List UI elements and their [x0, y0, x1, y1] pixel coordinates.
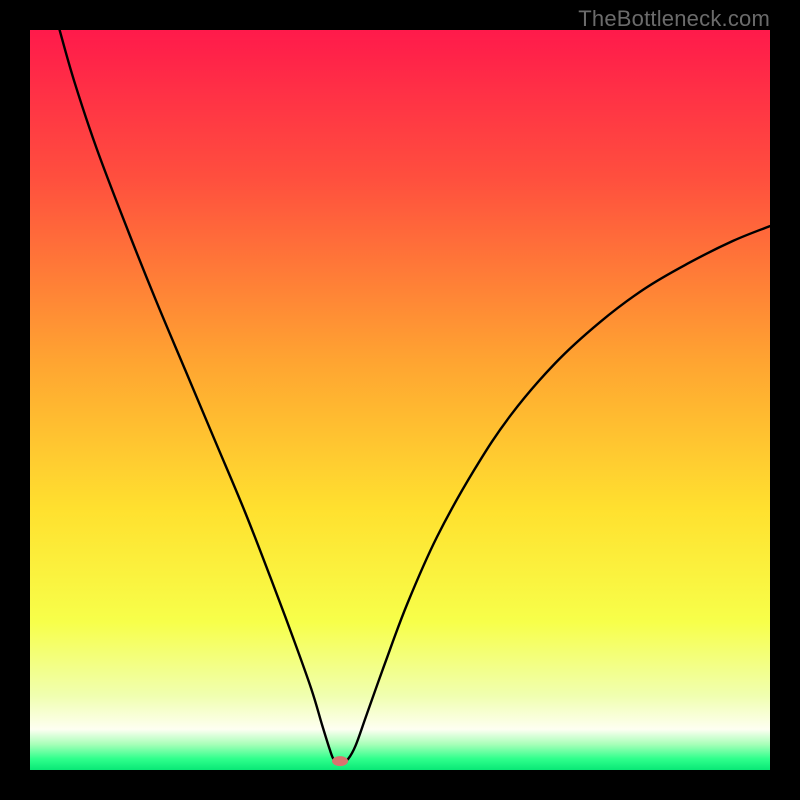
chart-frame: [30, 30, 770, 770]
watermark-text: TheBottleneck.com: [578, 6, 770, 32]
optimum-marker: [332, 756, 348, 766]
bottleneck-chart: [30, 30, 770, 770]
gradient-background: [30, 30, 770, 770]
